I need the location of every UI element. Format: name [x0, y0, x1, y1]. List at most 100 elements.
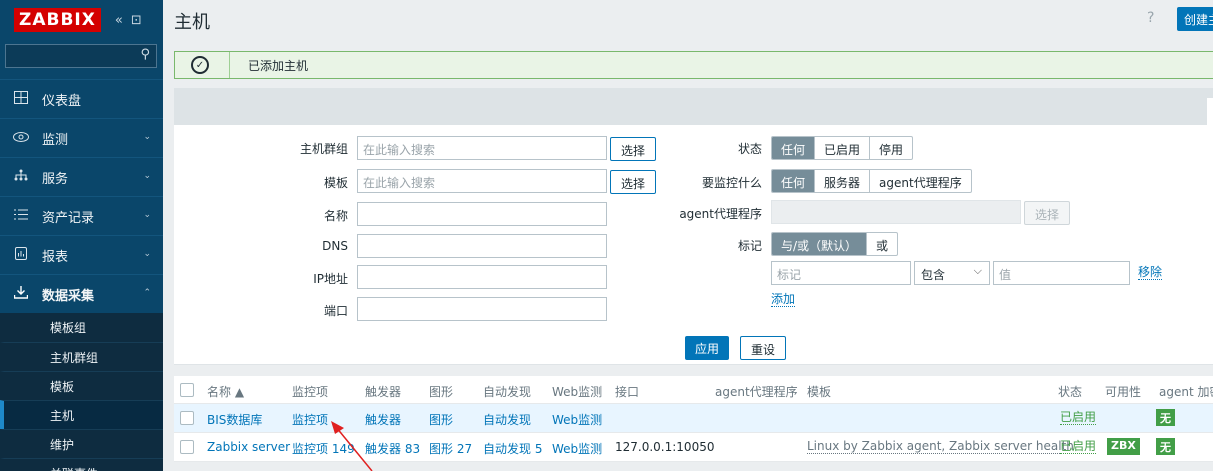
sidebar-subitem-templates[interactable]: 模板	[0, 371, 163, 400]
column-items-header: 监控项	[292, 385, 329, 399]
tags-label: 标记	[737, 239, 762, 253]
sidebar-item-reports[interactable]: 报表 ⌄	[0, 235, 163, 274]
column-graphs-header: 图形	[429, 385, 454, 399]
row-checkbox[interactable]	[180, 411, 194, 425]
ip-input[interactable]	[357, 265, 607, 289]
availability-badge: ZBX	[1107, 438, 1140, 455]
tag-remove-link[interactable]: 移除	[1138, 265, 1163, 280]
monitored-server-option[interactable]: 服务器	[815, 170, 871, 192]
status-toggle[interactable]: 已启用	[1060, 411, 1097, 425]
sidebar-item-monitoring[interactable]: 监测 ⌄	[0, 118, 163, 157]
name-input[interactable]	[357, 202, 607, 226]
templates-input[interactable]: 在此输入搜索	[357, 169, 607, 193]
tags-evaltype-segmented: 与/或（默认） 或	[771, 232, 899, 256]
collapse-sidebar-icon[interactable]: «	[115, 13, 123, 28]
kiosk-mode-icon[interactable]: ⊡	[131, 13, 142, 28]
tags-and-or-option[interactable]: 与/或（默认）	[772, 233, 868, 255]
host-groups-label: 主机群组	[299, 142, 348, 156]
monitored-proxy-option[interactable]: agent代理程序	[870, 170, 971, 192]
triggers-link[interactable]: 触发器 83	[365, 440, 420, 457]
table-header-row: 名称 ▲ 监控项 触发器 图形 自动发现 Web监测 接口 agent代理程序 …	[174, 376, 1213, 404]
sidebar-item-label: 数据采集	[42, 288, 95, 304]
tag-add-link[interactable]: 添加	[771, 292, 796, 307]
reset-button[interactable]: 重设	[740, 336, 787, 360]
tag-name-input[interactable]: 标记	[771, 261, 911, 285]
items-link[interactable]: 监控项 149	[292, 440, 355, 457]
column-templates-header: 模板	[807, 385, 832, 399]
status-enabled-option[interactable]: 已启用	[815, 137, 871, 159]
column-availability-header: 可用性	[1105, 385, 1142, 399]
list-icon	[12, 209, 30, 224]
column-status-header[interactable]: 状态	[1058, 383, 1082, 400]
row-checkbox[interactable]	[180, 440, 194, 454]
templates-link[interactable]: Linux by Zabbix agent, Zabbix server hea…	[807, 440, 1074, 454]
monitored-by-label: 要监控什么	[701, 176, 762, 190]
column-web-header: Web监测	[552, 385, 603, 399]
search-icon[interactable]: ⚲	[140, 47, 150, 62]
monitored-any-option[interactable]: 任何	[772, 170, 816, 192]
filter-tab-bar	[174, 88, 1213, 125]
dns-input[interactable]	[357, 234, 607, 258]
interface-value: 127.0.0.1:10050	[615, 440, 715, 454]
sidebar-item-label: 监测	[42, 132, 69, 148]
tag-value-input[interactable]: 值	[993, 261, 1130, 285]
status-toggle[interactable]: 已启用	[1060, 440, 1097, 454]
templates-label: 模板	[323, 176, 348, 190]
web-link[interactable]: Web监测	[552, 440, 602, 457]
sidebar-item-inventory[interactable]: 资产记录 ⌄	[0, 196, 163, 235]
sidebar-submenu: 模板组 主机群组 模板 主机 维护 关联事件	[0, 313, 163, 471]
items-link[interactable]: 监控项	[292, 411, 328, 428]
sidebar-nav: 仪表盘 监测 ⌄ 服务 ⌄ 资产记录 ⌄ 报表 ⌄ 数据采集 ⌃ 模板组 主机群…	[0, 79, 163, 471]
discovery-link[interactable]: 自动发现	[483, 411, 531, 428]
sidebar-item-data-collection[interactable]: 数据采集 ⌃	[0, 274, 163, 313]
column-name-header[interactable]: 名称 ▲	[207, 383, 244, 400]
eye-icon	[12, 131, 30, 146]
port-label: 端口	[323, 304, 348, 318]
zabbix-logo[interactable]: ZABBIX	[14, 8, 101, 32]
chevron-down-icon: ⌄	[143, 210, 151, 220]
chevron-down-icon: ⌄	[143, 249, 151, 259]
host-groups-input[interactable]: 在此输入搜索	[357, 136, 607, 160]
help-icon[interactable]: ?	[1147, 10, 1154, 26]
status-disabled-option[interactable]: 停用	[870, 137, 912, 159]
graphs-link[interactable]: 图形	[429, 411, 453, 428]
download-icon	[12, 285, 30, 303]
sidebar-subitem-maintenance[interactable]: 维护	[0, 429, 163, 458]
status-any-option[interactable]: 任何	[772, 137, 816, 159]
tag-operator-select[interactable]: 包含 ⌵	[914, 261, 990, 285]
ip-label: IP地址	[313, 272, 348, 286]
host-name-link[interactable]: Zabbix server	[207, 440, 290, 454]
port-input[interactable]	[357, 297, 607, 321]
host-name-link[interactable]: BIS数据库	[207, 411, 262, 428]
report-icon	[12, 246, 30, 264]
create-host-button[interactable]: 创建主机	[1177, 7, 1213, 31]
proxy-select-button: 选择	[1024, 201, 1071, 225]
chevron-down-icon: ⌄	[143, 171, 151, 181]
discovery-link[interactable]: 自动发现 5	[483, 440, 542, 457]
filter-tab[interactable]	[1207, 98, 1213, 125]
host-groups-select-button[interactable]: 选择	[610, 137, 657, 161]
column-proxy-header: agent代理程序	[715, 385, 798, 399]
column-triggers-header: 触发器	[365, 385, 402, 399]
sidebar-search-input[interactable]: ⚲	[5, 44, 157, 68]
sidebar-subitem-event-correlation[interactable]: 关联事件	[0, 458, 163, 471]
sidebar-subitem-host-groups[interactable]: 主机群组	[0, 342, 163, 371]
tag-operator-value: 包含	[921, 268, 946, 282]
select-all-checkbox[interactable]	[180, 383, 194, 397]
table-row: BIS数据库 监控项 触发器 图形 自动发现 Web监测 已启用 无	[174, 404, 1213, 433]
chevron-up-icon: ⌃	[143, 288, 151, 298]
sidebar-subitem-hosts[interactable]: 主机	[0, 400, 163, 429]
graphs-link[interactable]: 图形 27	[429, 440, 472, 457]
sidebar-item-label: 报表	[42, 249, 69, 265]
sidebar-subitem-template-groups[interactable]: 模板组	[0, 313, 163, 342]
triggers-link[interactable]: 触发器	[365, 411, 401, 428]
encryption-badge: 无	[1156, 409, 1175, 426]
tags-or-option[interactable]: 或	[867, 233, 897, 255]
sidebar-item-services[interactable]: 服务 ⌄	[0, 157, 163, 196]
sidebar-item-dashboard[interactable]: 仪表盘	[0, 79, 163, 118]
chevron-down-icon: ⌄	[143, 132, 151, 142]
web-link[interactable]: Web监测	[552, 411, 602, 428]
apply-button[interactable]: 应用	[685, 336, 730, 360]
templates-select-button[interactable]: 选择	[610, 170, 657, 194]
page-title: 主机	[174, 12, 210, 33]
